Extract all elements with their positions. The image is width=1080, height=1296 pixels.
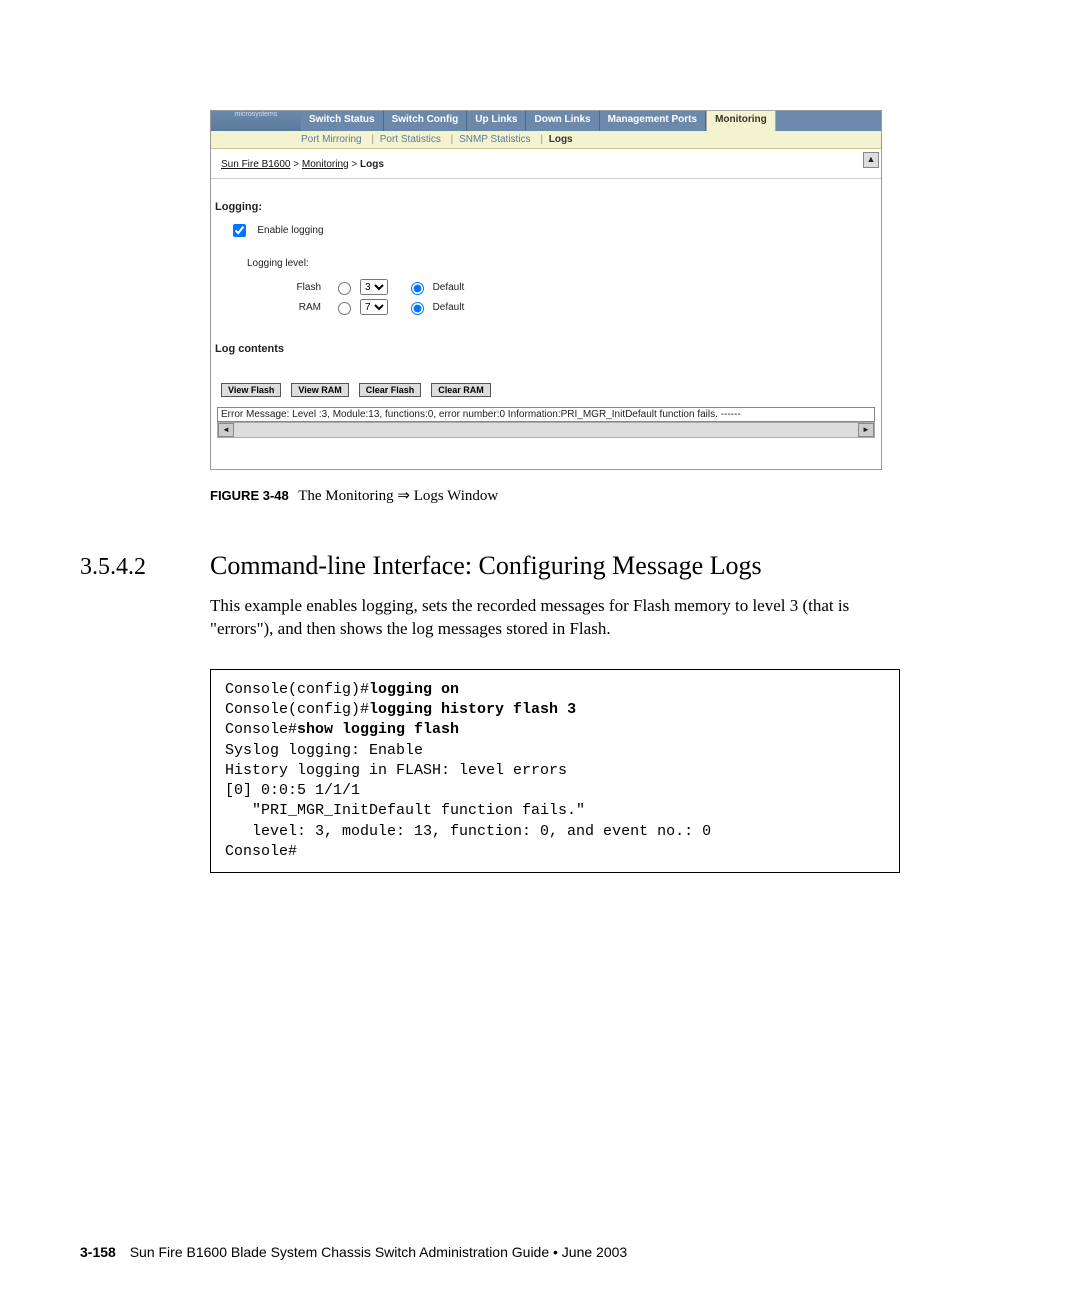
page-number: 3-158	[80, 1244, 116, 1260]
content-pane: ▲ Sun Fire B1600 > Monitoring > Logs Log…	[211, 149, 881, 469]
log-buttons: View Flash View RAM Clear Flash Clear RA…	[221, 383, 881, 397]
view-ram-button[interactable]: View RAM	[291, 383, 348, 397]
page-footer: 3-158 Sun Fire B1600 Blade System Chassi…	[80, 1244, 627, 1260]
flash-level-row: Flash 3 Default	[281, 277, 881, 297]
crumb-monitoring[interactable]: Monitoring	[302, 159, 349, 170]
subnav-port-statistics[interactable]: Port Statistics	[380, 134, 441, 145]
crumb-device[interactable]: Sun Fire B1600	[221, 159, 291, 170]
log-contents-heading: Log contents	[215, 343, 881, 355]
ram-label: RAM	[281, 302, 321, 313]
crumb-current: Logs	[360, 159, 384, 170]
tab-down-links[interactable]: Down Links	[526, 111, 599, 131]
logo: microsystems	[211, 111, 301, 131]
flash-default-label: Default	[433, 282, 465, 293]
body-paragraph: This example enables logging, sets the r…	[210, 595, 890, 641]
caption-number: FIGURE 3-48	[210, 488, 289, 503]
ram-level-select[interactable]: 7	[360, 299, 388, 315]
scroll-right-button[interactable]: ►	[858, 423, 874, 437]
flash-custom-radio[interactable]	[338, 282, 351, 295]
scroll-up-button[interactable]: ▲	[863, 152, 879, 168]
flash-level-select[interactable]: 3	[360, 279, 388, 295]
ram-custom-radio[interactable]	[338, 302, 351, 315]
tab-switch-config[interactable]: Switch Config	[384, 111, 468, 131]
caption-text: The Monitoring ⇒ Logs Window	[298, 488, 498, 504]
log-output: Error Message: Level :3, Module:13, func…	[217, 407, 875, 422]
subnav-logs[interactable]: Logs	[549, 134, 573, 145]
logging-level-heading: Logging level:	[247, 258, 881, 269]
cli-box: Console(config)#logging on Console(confi…	[210, 669, 900, 873]
subnav: Port Mirroring | Port Statistics | SNMP …	[211, 131, 881, 149]
section-number: 3.5.4.2	[80, 554, 210, 581]
ram-default-radio[interactable]	[411, 302, 424, 315]
section-title: Command-line Interface: Configuring Mess…	[210, 551, 762, 581]
enable-logging-row: Enable logging	[229, 221, 881, 240]
clear-ram-button[interactable]: Clear RAM	[431, 383, 491, 397]
tab-monitoring[interactable]: Monitoring	[706, 110, 776, 131]
section-heading: 3.5.4.2 Command-line Interface: Configur…	[80, 551, 1000, 581]
subnav-port-mirroring[interactable]: Port Mirroring	[301, 134, 362, 145]
tab-management-ports[interactable]: Management Ports	[600, 111, 706, 131]
figure-caption: FIGURE 3-48 The Monitoring ⇒ Logs Window	[210, 486, 1000, 505]
flash-default-radio[interactable]	[411, 282, 424, 295]
page: microsystems Switch Status Switch Config…	[0, 0, 1080, 1296]
tab-bar: microsystems Switch Status Switch Config…	[211, 111, 881, 131]
scroll-left-button[interactable]: ◄	[218, 423, 234, 437]
tab-up-links[interactable]: Up Links	[467, 111, 526, 131]
view-flash-button[interactable]: View Flash	[221, 383, 281, 397]
logging-heading: Logging:	[215, 201, 881, 213]
hscrollbar[interactable]: ◄ ►	[217, 422, 875, 438]
ram-level-row: RAM 7 Default	[281, 297, 881, 317]
subnav-snmp-statistics[interactable]: SNMP Statistics	[459, 134, 531, 145]
flash-label: Flash	[281, 282, 321, 293]
screenshot: microsystems Switch Status Switch Config…	[210, 110, 882, 470]
clear-flash-button[interactable]: Clear Flash	[359, 383, 422, 397]
ram-default-label: Default	[433, 302, 465, 313]
tab-switch-status[interactable]: Switch Status	[301, 111, 384, 131]
breadcrumb: Sun Fire B1600 > Monitoring > Logs	[211, 159, 881, 179]
enable-logging-label: Enable logging	[257, 225, 323, 236]
enable-logging-checkbox[interactable]	[233, 224, 246, 237]
footer-text: Sun Fire B1600 Blade System Chassis Swit…	[130, 1244, 628, 1260]
log-line: Error Message: Level :3, Module:13, func…	[221, 409, 741, 420]
